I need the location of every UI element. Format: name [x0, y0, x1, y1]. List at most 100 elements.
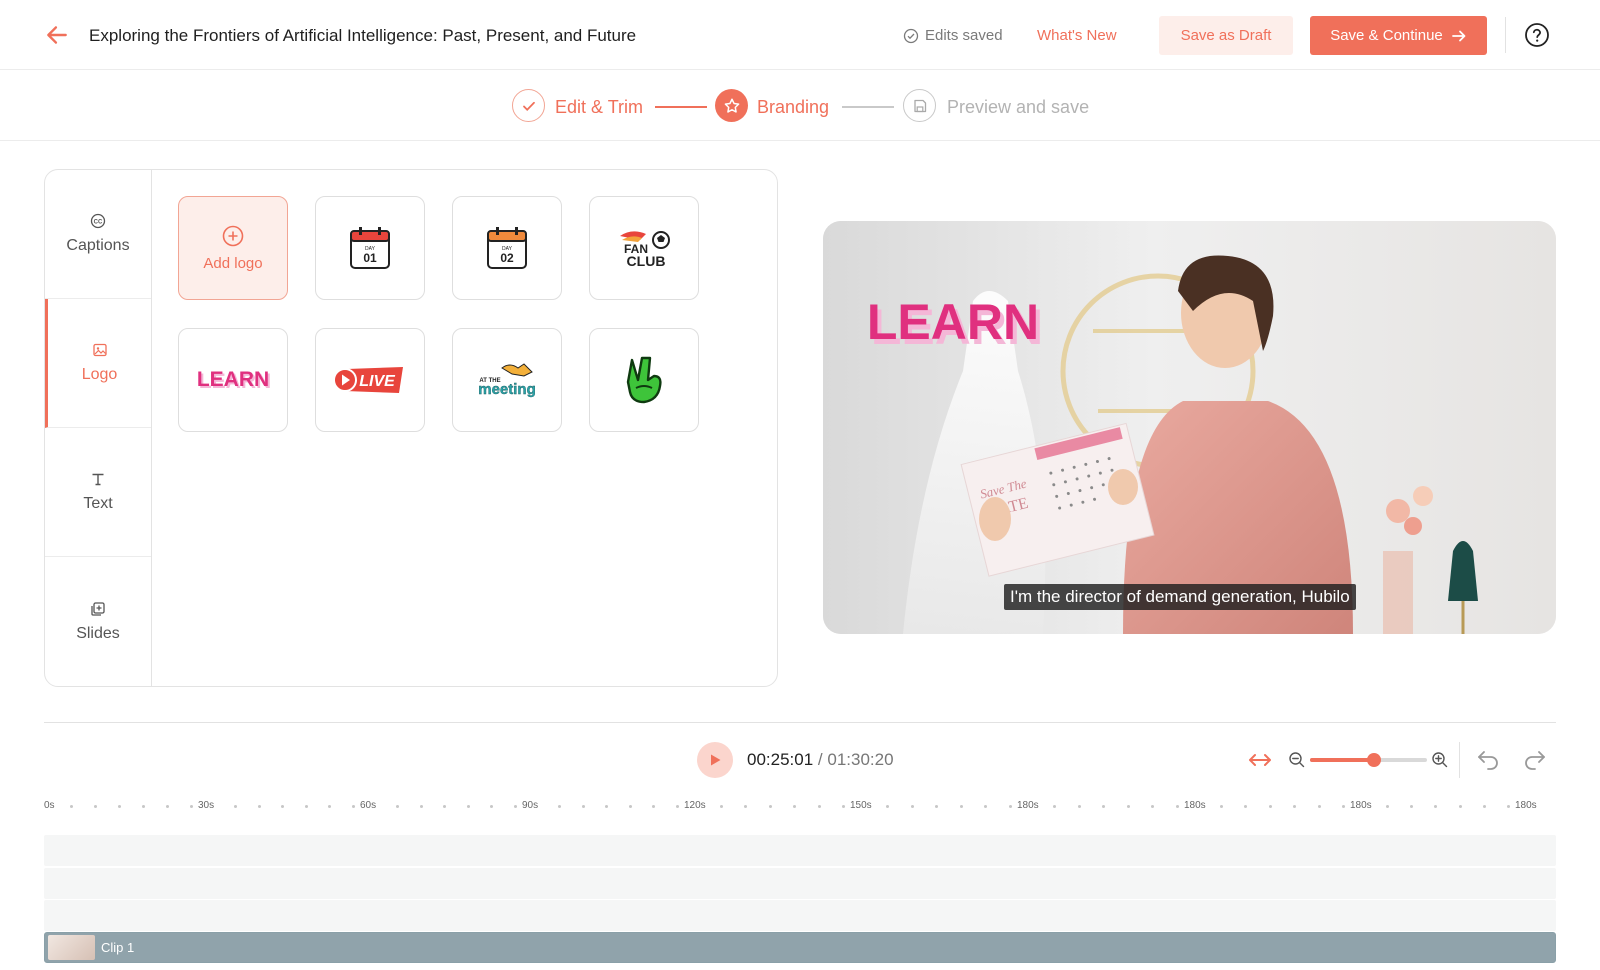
play-button[interactable] — [697, 742, 733, 778]
back-arrow-icon[interactable] — [44, 22, 70, 48]
ruler-tick-dot — [490, 805, 494, 808]
ruler-tick-dot — [744, 805, 748, 808]
zoom-in-icon[interactable] — [1431, 751, 1449, 769]
ruler-tick-dot — [1293, 805, 1297, 808]
ruler-tick-dot — [1434, 805, 1438, 808]
ruler-tick-dot — [304, 805, 308, 808]
step-preview-label[interactable]: Preview and save — [947, 97, 1089, 118]
ruler-tick-dot — [234, 805, 237, 808]
edits-saved-label: Edits saved — [925, 27, 1003, 44]
add-logo-button[interactable]: Add logo — [178, 196, 288, 300]
ruler-tick-dot — [676, 805, 679, 808]
ruler-tick-dot — [1102, 805, 1106, 808]
text-icon — [92, 473, 104, 486]
step-connector — [842, 106, 894, 108]
logo-fan-club[interactable]: FAN CLUB — [589, 196, 699, 300]
add-logo-label: Add logo — [203, 254, 263, 272]
ruler-tick-dot — [935, 805, 939, 808]
fit-width-icon[interactable] — [1247, 749, 1273, 771]
ruler-tick-dot — [984, 805, 988, 808]
ruler-tick-dot — [1126, 805, 1130, 808]
time-display: 00:25:01 / 01:30:20 — [747, 750, 894, 770]
timeline-track[interactable] — [44, 835, 1556, 866]
ruler-tick-dot — [190, 805, 193, 808]
ruler-tick-dot — [257, 805, 261, 808]
sidebar-item-label: Captions — [66, 237, 130, 254]
timeline-track[interactable] — [44, 900, 1556, 931]
ruler-tick-dot — [1342, 805, 1345, 808]
peace-hand-icon — [626, 356, 662, 404]
zoom-slider[interactable] — [1310, 753, 1427, 767]
slides-icon — [91, 601, 105, 616]
ruler-tick-dot — [1317, 805, 1321, 808]
sidebar-item-slides[interactable]: Slides — [45, 557, 151, 686]
ruler-tick-dot — [581, 805, 585, 808]
ruler-tick-dot — [514, 805, 517, 808]
ruler-tick-dot — [466, 805, 470, 808]
ruler-tick-dot — [959, 805, 963, 808]
learn-wordmark-text: LEARN — [197, 368, 269, 391]
sidebar-item-label: Text — [83, 495, 113, 512]
step-branding-indicator[interactable] — [715, 89, 748, 122]
timeline-track[interactable] — [44, 868, 1556, 899]
time-separator: / — [813, 750, 828, 769]
timeline-divider — [44, 722, 1556, 723]
save-as-draft-button[interactable]: Save as Draft — [1159, 16, 1293, 55]
ruler-tick-dot — [142, 805, 145, 808]
ruler-tick-label: 180s — [1515, 800, 1537, 811]
zoom-slider-handle[interactable] — [1367, 753, 1382, 767]
ruler-tick-label: 60s — [360, 800, 377, 811]
zoom-out-icon[interactable] — [1288, 751, 1306, 769]
logo-learn[interactable]: LEARN LEARN — [178, 328, 288, 432]
ruler-tick-dot — [1268, 805, 1272, 808]
sidebar-item-text[interactable]: Text — [45, 428, 151, 557]
save-and-continue-button[interactable]: Save & Continue — [1310, 16, 1487, 55]
logo-at-the-meeting[interactable]: AT THE meeting — [452, 328, 562, 432]
logo-day-02-line2: 02 — [500, 251, 514, 265]
sidebar-item-captions[interactable]: CC Captions — [45, 170, 151, 299]
ruler-tick-dot — [910, 805, 914, 808]
step-branding-label[interactable]: Branding — [757, 97, 829, 118]
step-edit-trim-indicator[interactable] — [512, 89, 545, 122]
clip-label: Clip 1 — [101, 940, 135, 955]
whats-new-link[interactable]: What's New — [1037, 27, 1117, 44]
undo-icon[interactable] — [1475, 748, 1501, 772]
ruler-tick-dot — [1053, 805, 1056, 808]
step-preview-indicator[interactable] — [903, 89, 936, 122]
logo-live[interactable]: LIVE — [315, 328, 425, 432]
help-icon[interactable] — [1524, 22, 1550, 48]
preview-scene: Save The DATE LEARN LEARN — [823, 221, 1556, 634]
ruler-tick-dot — [558, 805, 561, 808]
redo-icon[interactable] — [1522, 748, 1548, 772]
image-icon — [92, 343, 107, 357]
star-icon — [724, 98, 739, 113]
ruler-tick-dot — [720, 805, 723, 808]
logo-meeting-line2: meeting — [478, 381, 536, 398]
sidebar-item-logo[interactable]: Logo — [45, 299, 151, 428]
ruler-tick-dot — [70, 805, 73, 808]
ruler-tick-label: 180s — [1350, 800, 1372, 811]
branding-sidebar: CC Captions Logo Text Slides — [45, 170, 152, 686]
ruler-tick-dot — [1077, 805, 1081, 808]
timeline-clip[interactable]: Clip 1 — [44, 932, 1556, 963]
step-edit-trim-label[interactable]: Edit & Trim — [555, 97, 643, 118]
ruler-tick-dot — [605, 805, 609, 808]
logo-day-01[interactable]: DAY 01 — [315, 196, 425, 300]
ruler-tick-dot — [443, 805, 447, 808]
check-circle-icon — [903, 28, 919, 43]
overlay-logo-text: LEARN — [867, 294, 1039, 350]
logo-day-02[interactable]: DAY 02 — [452, 196, 562, 300]
zoom-slider-fill — [1310, 758, 1375, 762]
logo-day-01-line2: 01 — [363, 251, 377, 265]
ruler-tick-dot — [1151, 805, 1155, 808]
ruler-tick-label: 180s — [1017, 800, 1039, 811]
logo-peace-hand[interactable] — [589, 328, 699, 432]
edits-saved-status: Edits saved — [903, 27, 1003, 44]
ruler-tick-dot — [817, 805, 821, 808]
video-preview[interactable]: Save The DATE LEARN LEARN I'm the direct… — [823, 221, 1556, 634]
logo-fan-club-line2: CLUB — [627, 253, 666, 269]
timeline-ruler[interactable]: 0s 30s 60s 90s 120s 150s 180s 180s 180s 180s — [44, 800, 1556, 814]
ruler-tick-label: 150s — [850, 800, 872, 811]
ruler-tick-dot — [419, 805, 423, 808]
learn-wordmark: LEARN LEARN — [197, 368, 271, 393]
